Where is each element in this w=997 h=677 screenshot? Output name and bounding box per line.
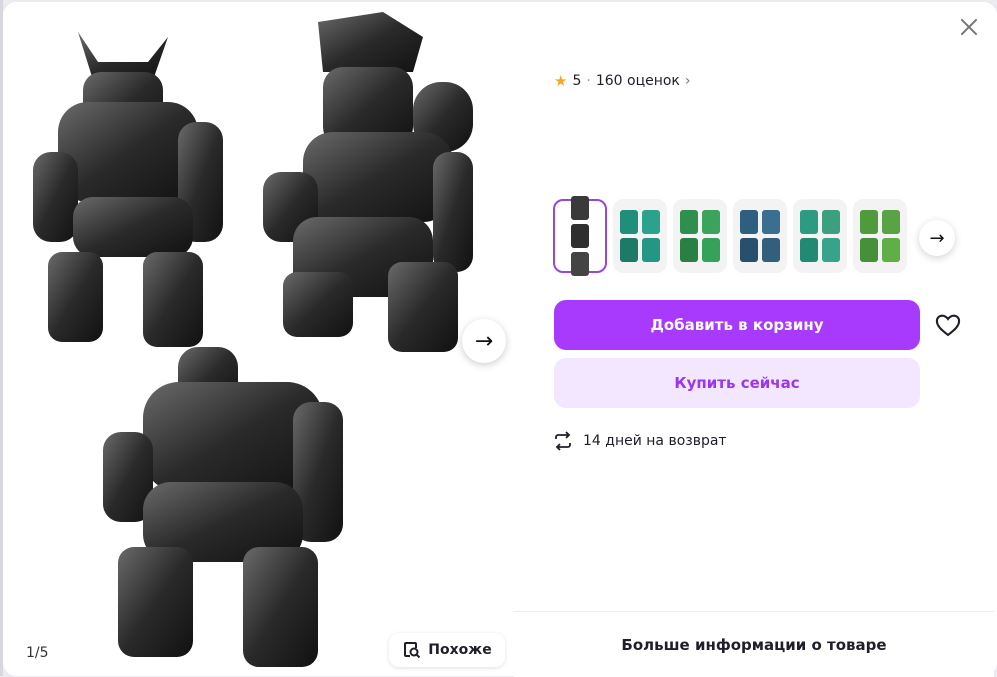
next-image-button[interactable]: → <box>462 319 506 363</box>
thumb-figure <box>702 210 720 234</box>
thumb-figure <box>740 210 758 234</box>
return-arrows-icon <box>555 431 571 451</box>
star-icon: ★ <box>554 72 568 90</box>
thumb-figure <box>882 210 900 234</box>
thumb-figure <box>800 238 818 262</box>
thumbnails-next-button[interactable]: → <box>919 220 955 256</box>
thumb-figure <box>620 238 638 262</box>
thumb-figure <box>680 210 698 234</box>
buy-now-button[interactable]: Купить сейчас <box>554 358 920 408</box>
variant-thumbnail[interactable] <box>673 199 727 273</box>
figure-horned <box>33 32 223 347</box>
variant-thumbnail[interactable] <box>613 199 667 273</box>
ratings-count: 160 оценок <box>595 73 680 89</box>
visual-search-icon <box>404 642 421 659</box>
more-info-button[interactable]: Больше информации о товаре <box>514 611 994 677</box>
product-image-gallery[interactable]: → 1/5 Похоже <box>3 2 515 676</box>
rating-value: 5 <box>572 73 582 89</box>
heart-icon <box>935 314 961 337</box>
thumb-figure <box>860 238 878 262</box>
thumb-figure <box>822 210 840 234</box>
thumb-figure <box>822 238 840 262</box>
thumb-figure <box>642 210 660 234</box>
thumb-figure <box>620 210 638 234</box>
thumb-figure <box>762 238 780 262</box>
variant-thumbnails <box>553 196 937 277</box>
product-image <box>33 12 473 667</box>
thumb-figure <box>800 210 818 234</box>
arrow-right-icon: → <box>474 328 494 354</box>
product-rating[interactable]: ★ 5 · 160 оценок › <box>554 72 691 90</box>
returns-info: 14 дней на возврат <box>553 431 727 451</box>
similar-label: Похоже <box>428 642 492 658</box>
rating-separator: · <box>586 73 591 89</box>
arrow-right-icon: → <box>929 227 945 249</box>
thumb-figure <box>882 238 900 262</box>
thumb-figure <box>680 238 698 262</box>
thumb-figure <box>571 224 589 248</box>
image-counter: 1/5 <box>20 639 55 667</box>
thumb-figure <box>642 238 660 262</box>
thumb-figure <box>762 210 780 234</box>
add-to-cart-button[interactable]: Добавить в корзину <box>554 300 920 350</box>
variant-thumbnail[interactable] <box>553 196 607 276</box>
figure-crouching <box>103 347 343 667</box>
thumb-figure <box>702 238 720 262</box>
variant-thumbnail[interactable] <box>733 199 787 273</box>
thumb-figure <box>740 238 758 262</box>
thumb-figure <box>860 210 878 234</box>
similar-products-button[interactable]: Похоже <box>389 633 505 667</box>
thumb-figure <box>571 252 589 276</box>
variant-thumbnail[interactable] <box>853 199 907 273</box>
close-icon[interactable] <box>958 16 980 38</box>
favorite-button[interactable] <box>934 311 962 339</box>
returns-text: 14 дней на возврат <box>583 433 727 449</box>
chevron-right-icon: › <box>684 73 691 89</box>
thumb-figure <box>571 196 589 220</box>
variant-thumbnail[interactable] <box>793 199 847 273</box>
figure-cap <box>263 12 473 352</box>
